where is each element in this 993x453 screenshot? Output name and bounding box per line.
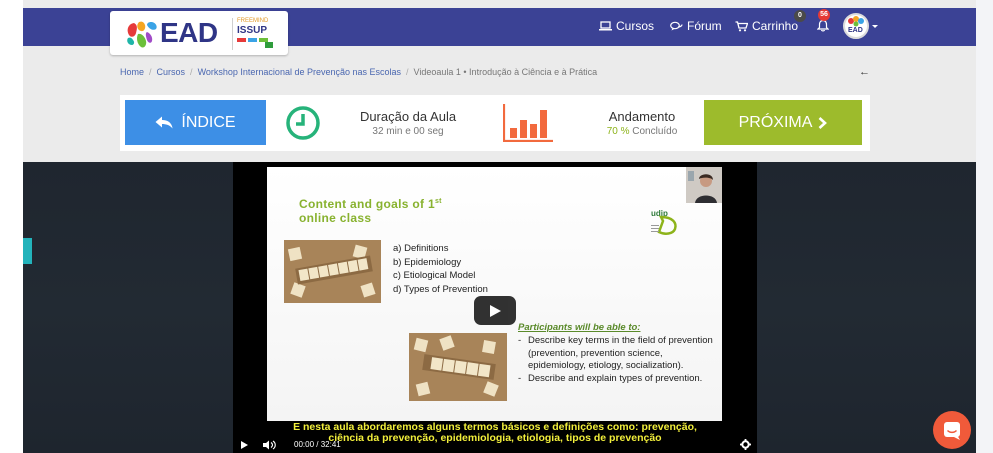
cart-count-badge: 0 [794, 10, 806, 22]
video-time: 00:00 / 32:41 [294, 440, 341, 449]
slide-topic-item: c) Etiological Model [393, 270, 476, 281]
control-play-icon[interactable] [241, 441, 248, 449]
nav-forum-link[interactable]: Fórum [670, 19, 722, 33]
nav-carrinho-link[interactable]: Carrinho [735, 19, 798, 33]
top-navbar: EAD FREEMIND ISSUP Cursos Fórum Carrinho… [23, 8, 976, 55]
back-arrow-icon [155, 116, 173, 129]
next-label: PRÓXIMA [738, 113, 813, 131]
duration-title: Duração da Aula [359, 109, 457, 124]
avatar-caret-icon[interactable] [872, 25, 878, 28]
breadcrumb-current: Videoaula 1 • Introdução à Ciência e à P… [413, 67, 598, 77]
chat-icon [944, 422, 960, 440]
nav-cursos-label: Cursos [616, 19, 655, 33]
udip-logo-icon: udip [651, 209, 677, 235]
progress-percent: 70 % [606, 126, 630, 137]
page-right-edge [976, 0, 993, 453]
participants-title: Participants will be able to: [518, 322, 641, 333]
notification-count-badge: 56 [818, 9, 830, 21]
settings-gear-icon[interactable] [740, 439, 751, 450]
nav-forum-label: Fórum [687, 19, 722, 33]
partner-logo-line2: ISSUP [237, 25, 268, 36]
next-lesson-button[interactable]: PRÓXIMA [704, 100, 862, 145]
nav-carrinho-label: Carrinho [752, 19, 799, 33]
chat-launcher-button[interactable] [933, 411, 971, 449]
lesson-progress: Andamento 70 % Concluído [582, 109, 702, 137]
slide-title: Content and goals of 1st online class [299, 197, 442, 225]
goal-item: - Describe key terms in the field of prev… [518, 335, 713, 371]
play-icon [490, 305, 501, 317]
presenter-webcam [686, 167, 722, 203]
cart-icon [735, 20, 748, 31]
video-controls-bar: 00:00 / 32:41 [233, 438, 757, 453]
ead-logo-mark-icon [127, 21, 157, 48]
content-scrabble-image [284, 240, 381, 303]
goal-item: - Describe and explain types of preventio… [518, 372, 703, 384]
indice-label: ÍNDICE [181, 113, 236, 131]
page: EAD FREEMIND ISSUP Cursos Fórum Carrinho… [23, 0, 976, 453]
back-arrow-icon[interactable]: ← [859, 66, 870, 78]
chevron-right-icon [819, 116, 828, 129]
volume-icon[interactable] [263, 440, 277, 450]
chat-bubbles-icon [670, 21, 683, 31]
duration-value: 32 min e 00 seg [372, 126, 444, 137]
progress-title: Andamento [608, 109, 676, 124]
laptop-icon [599, 21, 612, 31]
video-slide-frame: Content and goals of 1st online class ud… [267, 167, 722, 421]
slide-topic-item: a) Definitions [393, 243, 449, 254]
flag-icon [265, 42, 273, 48]
nav-cursos-link[interactable]: Cursos [599, 19, 654, 33]
video-play-overlay-button[interactable] [474, 296, 516, 325]
slide-topic-item: b) Epidemiology [393, 256, 462, 268]
video-section: Content and goals of 1st online class ud… [23, 162, 976, 453]
logo-text: EAD [160, 17, 218, 48]
user-avatar[interactable]: EAD [843, 13, 869, 39]
indice-button[interactable]: ÍNDICE [125, 100, 266, 145]
bar-chart-icon [503, 104, 553, 142]
breadcrumb-home[interactable]: Home [120, 67, 144, 77]
breadcrumb: Home / Cursos / Workshop Internacional d… [120, 66, 870, 78]
breadcrumb-workshop[interactable]: Workshop Internacional de Prevenção nas … [198, 67, 401, 77]
progress-suffix: Concluído [629, 126, 678, 137]
side-drawer-tab[interactable] [23, 238, 32, 264]
partner-logo: FREEMIND ISSUP [232, 18, 276, 50]
partner-logo-line1: FREEMIND [237, 18, 269, 24]
slide-topic-item: d) Types of Prevention [393, 283, 488, 295]
lesson-duration: Duração da Aula 32 min e 00 seg [348, 109, 468, 137]
presenter-icon [686, 167, 722, 203]
lesson-navigation-panel: ÍNDICE Duração da Aula 32 min e 00 seg A… [120, 95, 870, 151]
slide-topic-list: a) Definitions b) Epidemiology c) Etiolo… [393, 242, 488, 296]
goals-scrabble-image [409, 333, 507, 401]
participants-goal-list: - Describe key terms in the field of prev… [518, 335, 718, 385]
progress-value: 70 % Concluído [582, 126, 702, 137]
avatar-text: EAD [848, 27, 863, 34]
site-logo[interactable]: EAD FREEMIND ISSUP [110, 11, 288, 55]
video-player[interactable]: Content and goals of 1st online class ud… [233, 162, 757, 453]
clock-icon [286, 106, 320, 140]
breadcrumb-cursos[interactable]: Cursos [157, 67, 186, 77]
